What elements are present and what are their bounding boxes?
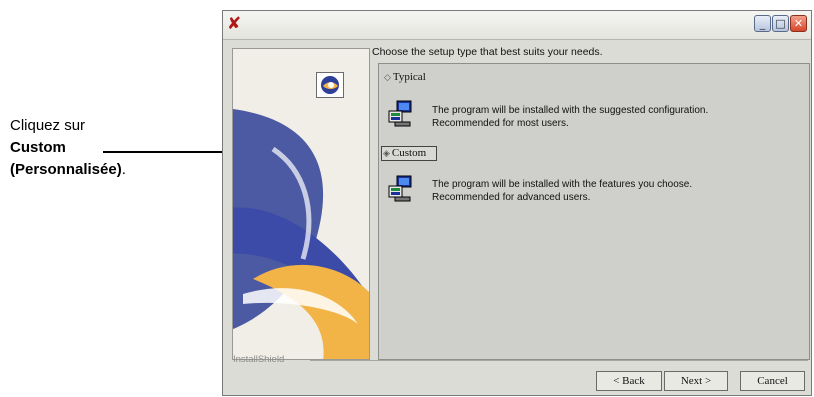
custom-radio[interactable]: ◈ Custom [381, 146, 438, 161]
setup-banner-image [232, 48, 370, 360]
banner-swirl-graphic [233, 109, 369, 359]
custom-description-line-1: The program will be installed with the f… [432, 179, 693, 190]
callout-text: Cliquez sur Custom (Personnalisée). [10, 115, 210, 181]
setup-type-panel: ◇ Typical The program will be installed w… [378, 63, 810, 360]
typical-description: The program will be installed with the s… [432, 104, 708, 130]
typical-description-line-1: The program will be installed with the s… [432, 105, 709, 116]
custom-description: The program will be installed with the f… [432, 178, 692, 204]
callout-line-1: Cliquez sur [10, 117, 86, 134]
app-installer-icon: ✘ [227, 14, 242, 34]
maximize-icon: □ [775, 17, 786, 30]
radio-unselected-icon: ◇ [384, 73, 391, 83]
computer-setup-icon [388, 100, 412, 127]
callout-line-3-end: . [121, 161, 126, 178]
maximize-button[interactable]: □ [772, 15, 789, 32]
installshield-brand-label: InstallShield [233, 354, 285, 365]
typical-label: Typical [392, 71, 426, 83]
footer-divider [310, 360, 808, 361]
cancel-button[interactable]: Cancel [740, 371, 805, 391]
installshield-logo-icon [316, 72, 344, 98]
custom-label: Custom [391, 147, 427, 159]
title-bar[interactable]: ✘ _ □ ✕ [223, 11, 811, 40]
callout-line-2: Custom [10, 139, 66, 156]
callout-line-3-bold: (Personnalisée) [10, 161, 122, 178]
typical-description-line-2: Recommended for most users. [432, 118, 569, 129]
minimize-button[interactable]: _ [754, 15, 771, 32]
minimize-icon: _ [759, 17, 766, 30]
close-icon: ✕ [793, 17, 804, 30]
computer-setup-icon [388, 175, 412, 202]
radio-selected-icon: ◈ [383, 149, 390, 159]
callout-line-3: (Personnalisée). [10, 159, 210, 181]
typical-radio[interactable]: ◇ Typical [384, 71, 426, 83]
next-button[interactable]: Next > [664, 371, 728, 391]
setup-instruction: Choose the setup type that best suits yo… [372, 46, 603, 58]
back-button[interactable]: < Back [596, 371, 662, 391]
installer-window: ✘ _ □ ✕ Choose the setup type that best … [222, 10, 812, 396]
custom-description-line-2: Recommended for advanced users. [432, 192, 591, 203]
close-button[interactable]: ✕ [790, 15, 807, 32]
